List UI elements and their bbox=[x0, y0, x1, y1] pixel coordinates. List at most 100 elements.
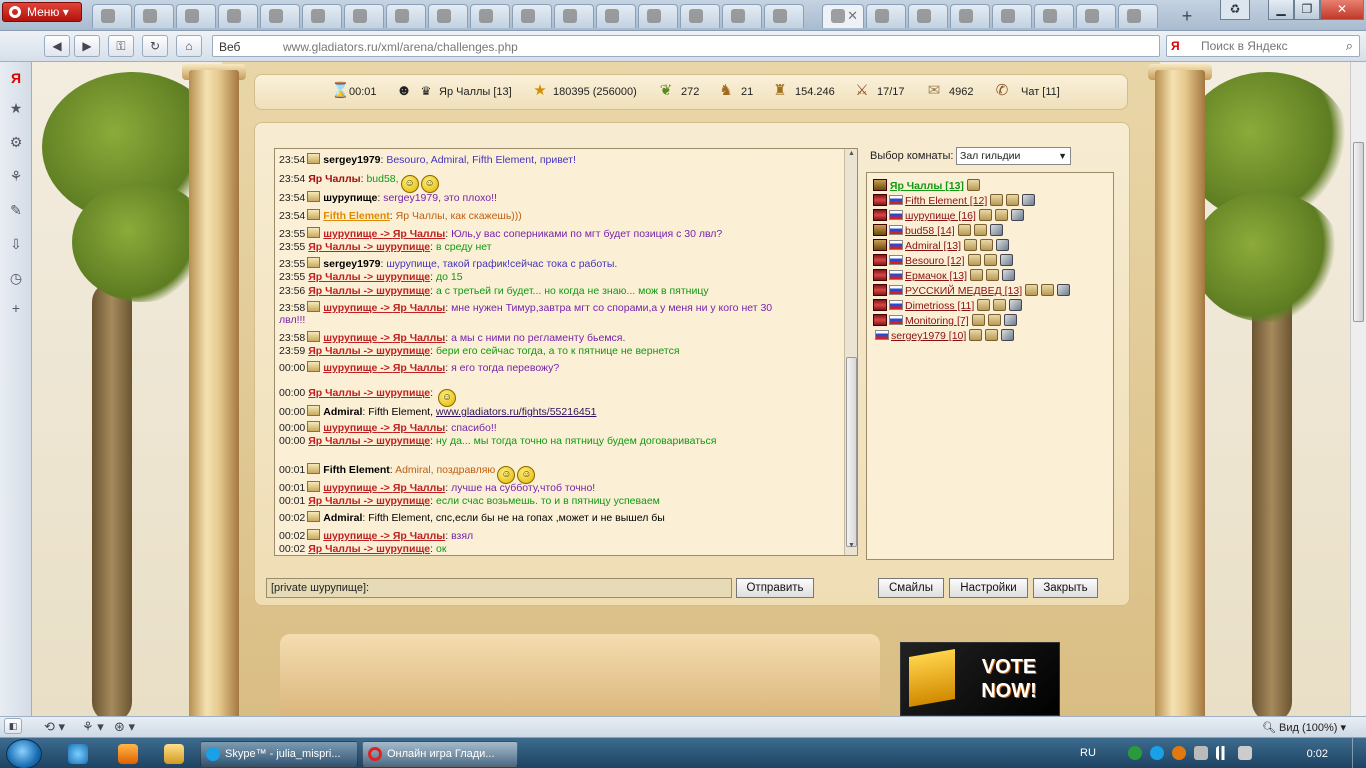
panel-toggle-icon[interactable]: ◧ bbox=[4, 718, 22, 734]
message-sender[interactable]: Fifth Element bbox=[323, 464, 390, 476]
minimize-button[interactable]: ▁ bbox=[1268, 0, 1294, 20]
user-name-link[interactable]: Admiral [13] bbox=[905, 240, 961, 252]
scroll-icon[interactable] bbox=[307, 463, 321, 474]
page-scroll-thumb[interactable] bbox=[1353, 142, 1364, 322]
challenge-sword-icon[interactable] bbox=[1002, 269, 1016, 281]
user-name-link[interactable]: sergey1979 [10] bbox=[891, 330, 966, 342]
private-message-icon[interactable] bbox=[985, 329, 999, 341]
clan-emblem-icon[interactable] bbox=[873, 179, 887, 191]
unite-status-icon[interactable]: ⚘ ▾ bbox=[82, 719, 104, 735]
message-recipient[interactable]: шурупище bbox=[376, 495, 430, 507]
browser-tab[interactable] bbox=[92, 4, 132, 28]
message-sender[interactable]: Яр Чаллы bbox=[308, 285, 360, 297]
scroll-icon[interactable] bbox=[307, 191, 321, 202]
private-message-icon[interactable] bbox=[1006, 194, 1020, 206]
scroll-up-icon[interactable]: ▲ bbox=[846, 150, 857, 162]
challenge-sword-icon[interactable] bbox=[989, 224, 1003, 236]
message-recipient[interactable]: шурупище bbox=[376, 345, 430, 357]
browser-tab[interactable] bbox=[428, 4, 468, 28]
message-sender[interactable]: sergey1979 bbox=[323, 258, 380, 270]
new-tab-button[interactable]: + bbox=[1174, 5, 1200, 27]
downloads-icon[interactable]: ⇩ bbox=[8, 236, 24, 252]
message-sender[interactable]: Яр Чаллы bbox=[308, 345, 360, 357]
trash-icon[interactable]: ♻ bbox=[1220, 0, 1250, 20]
message-sender[interactable]: Яр Чаллы bbox=[308, 387, 360, 399]
user-info-icon[interactable] bbox=[990, 194, 1004, 206]
browser-tab[interactable] bbox=[680, 4, 720, 28]
browser-tab[interactable] bbox=[218, 4, 258, 28]
player-name[interactable]: Яр Чаллы [13] bbox=[439, 86, 512, 98]
challenge-sword-icon[interactable] bbox=[996, 239, 1010, 251]
clan-emblem-icon[interactable] bbox=[873, 269, 887, 281]
chat-scrollbar[interactable]: ▲ ▼ bbox=[844, 149, 857, 555]
message-input[interactable]: [private шурупище]: bbox=[266, 578, 732, 598]
message-recipient[interactable]: Яр Чаллы bbox=[393, 362, 445, 374]
maximize-button[interactable]: ❐ bbox=[1294, 0, 1320, 20]
page-scrollbar[interactable] bbox=[1350, 62, 1366, 716]
browser-tab[interactable] bbox=[470, 4, 510, 28]
user-name-link[interactable]: Besouro [12] bbox=[905, 255, 965, 267]
message-sender[interactable]: шурупище bbox=[323, 192, 377, 204]
message-recipient[interactable]: Яр Чаллы bbox=[393, 530, 445, 542]
mail-value[interactable]: 4962 bbox=[949, 86, 973, 98]
sync-icon[interactable]: ⟲ ▾ bbox=[44, 719, 65, 735]
browser-tab[interactable] bbox=[764, 4, 804, 28]
scroll-icon[interactable] bbox=[307, 331, 321, 342]
user-info-icon[interactable] bbox=[977, 299, 991, 311]
challenge-sword-icon[interactable] bbox=[1009, 299, 1023, 311]
message-sender[interactable]: Яр Чаллы bbox=[308, 173, 360, 185]
message-sender[interactable]: sergey1979 bbox=[323, 154, 380, 166]
user-name-link[interactable]: РУССКИЙ МЕДВЕД [13] bbox=[905, 285, 1022, 297]
private-message-icon[interactable] bbox=[994, 209, 1008, 221]
back-button[interactable]: ◀ bbox=[44, 35, 70, 57]
clan-emblem-icon[interactable] bbox=[873, 239, 887, 251]
antivirus-icon[interactable] bbox=[1172, 746, 1186, 760]
send-button[interactable]: Отправить bbox=[736, 578, 814, 598]
widgets-icon[interactable]: ⚙ bbox=[8, 134, 24, 150]
scroll-down-icon[interactable]: ▼ bbox=[846, 542, 857, 554]
clock[interactable]: 0:02 bbox=[1307, 748, 1328, 760]
settings-button[interactable]: Настройки bbox=[949, 578, 1028, 598]
browser-tab[interactable] bbox=[512, 4, 552, 28]
browser-tab[interactable] bbox=[134, 4, 174, 28]
message-sender[interactable]: шурупище bbox=[323, 302, 377, 314]
message-recipient[interactable]: Яр Чаллы bbox=[393, 332, 445, 344]
message-recipient[interactable]: шурупище bbox=[376, 241, 430, 253]
user-info-icon[interactable] bbox=[971, 314, 985, 326]
browser-tab[interactable] bbox=[908, 4, 948, 28]
turbo-icon[interactable]: ⊛ ▾ bbox=[114, 719, 135, 735]
message-sender[interactable]: шурупище bbox=[323, 482, 377, 494]
message-recipient[interactable]: Яр Чаллы bbox=[393, 228, 445, 240]
challenge-sword-icon[interactable] bbox=[1022, 194, 1036, 206]
challenge-sword-icon[interactable] bbox=[1001, 329, 1015, 341]
tab-close-icon[interactable]: ✕ bbox=[847, 8, 858, 24]
browser-tab[interactable] bbox=[866, 4, 906, 28]
taskbar-opera[interactable]: Онлайн игра Глади... bbox=[362, 741, 518, 767]
notes-icon[interactable]: ✎ bbox=[8, 202, 24, 218]
message-sender[interactable]: шурупище bbox=[323, 228, 377, 240]
scroll-icon[interactable] bbox=[307, 361, 321, 372]
browser-tab[interactable] bbox=[260, 4, 300, 28]
message-recipient[interactable]: шурупище bbox=[376, 387, 430, 399]
home-button[interactable]: ⌂ bbox=[176, 35, 202, 57]
language-indicator[interactable]: RU bbox=[1080, 747, 1096, 759]
clan-emblem-icon[interactable] bbox=[873, 194, 887, 206]
room-select[interactable]: Зал гильдии ▼ bbox=[956, 147, 1071, 165]
scroll-icon[interactable] bbox=[307, 257, 321, 268]
private-message-icon[interactable] bbox=[1041, 284, 1055, 296]
browser-tab-active[interactable]: ✕ bbox=[822, 4, 864, 28]
zoom-label[interactable]: Вид (100%) bbox=[1279, 722, 1337, 734]
network-tray-icon[interactable] bbox=[1194, 746, 1208, 760]
forward-button[interactable]: ▶ bbox=[74, 35, 100, 57]
message-recipient[interactable]: шурупище bbox=[376, 285, 430, 297]
message-recipient[interactable]: Яр Чаллы bbox=[393, 422, 445, 434]
message-sender[interactable]: Fifth Element bbox=[323, 210, 390, 222]
internet-explorer-icon[interactable] bbox=[68, 744, 88, 764]
user-info-icon[interactable] bbox=[967, 254, 981, 266]
message-recipient[interactable]: Яр Чаллы bbox=[393, 482, 445, 494]
browser-tab[interactable] bbox=[950, 4, 990, 28]
message-sender[interactable]: Яр Чаллы bbox=[308, 435, 360, 447]
chat-log[interactable]: 23:54 sergey1979: Besouro, Admiral, Fifth… bbox=[274, 148, 858, 556]
user-info-icon[interactable] bbox=[957, 224, 971, 236]
private-message-icon[interactable] bbox=[983, 254, 997, 266]
